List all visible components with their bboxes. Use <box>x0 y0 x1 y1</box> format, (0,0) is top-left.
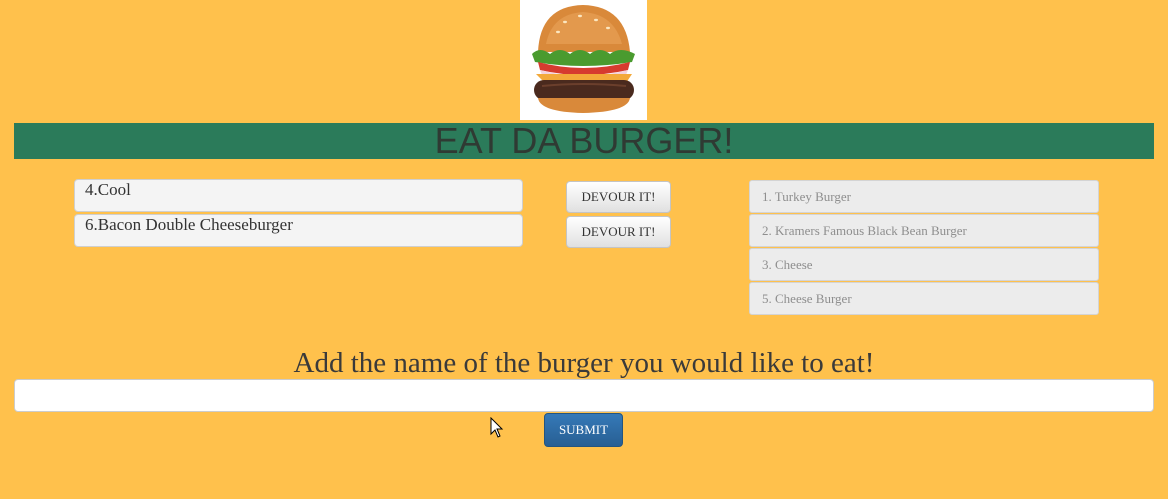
form-prompt: Add the name of the burger you would lik… <box>293 347 875 379</box>
burger-name-input[interactable] <box>14 379 1154 412</box>
burger-logo <box>520 0 647 120</box>
devoured-item: 5. Cheese Burger <box>749 282 1099 315</box>
list-item: 4.Cool <box>74 179 523 212</box>
burger-icon <box>532 5 635 113</box>
page-title: EAT DA BURGER! <box>14 123 1154 159</box>
page: EAT DA BURGER! 4.Cool 6.Bacon Double Che… <box>0 0 1168 499</box>
list-item: 6.Bacon Double Cheeseburger <box>74 214 523 247</box>
devoured-item: 3. Cheese <box>749 248 1099 281</box>
mouse-pointer-icon <box>490 417 504 438</box>
devoured-item: 2. Kramers Famous Black Bean Burger <box>749 214 1099 247</box>
devoured-item: 1. Turkey Burger <box>749 180 1099 213</box>
devour-button[interactable]: DEVOUR IT! <box>566 181 671 213</box>
submit-button[interactable]: SUBMIT <box>544 413 623 447</box>
devour-button[interactable]: DEVOUR IT! <box>566 216 671 248</box>
